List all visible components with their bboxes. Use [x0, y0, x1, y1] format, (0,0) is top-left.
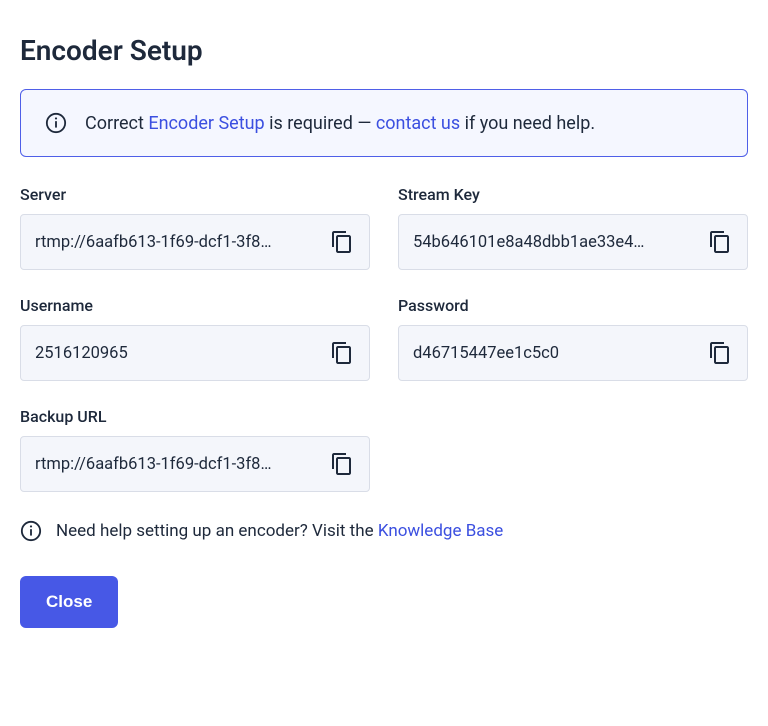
knowledge-base-link[interactable]: Knowledge Base — [378, 521, 503, 541]
server-value: rtmp://6aafb613-1f69-dcf1-3f8… — [35, 233, 319, 252]
close-button[interactable]: Close — [20, 576, 118, 628]
stream-key-label: Stream Key — [398, 185, 748, 204]
help-row: Need help setting up an encoder? Visit t… — [20, 520, 748, 542]
info-icon — [20, 520, 42, 542]
username-label: Username — [20, 296, 370, 315]
username-field: Username 2516120965 — [20, 296, 370, 381]
copy-password-button[interactable] — [707, 340, 733, 366]
server-field: Server rtmp://6aafb613-1f69-dcf1-3f8… — [20, 185, 370, 270]
username-box: 2516120965 — [20, 325, 370, 381]
copy-username-button[interactable] — [329, 340, 355, 366]
page-title: Encoder Setup — [20, 34, 748, 67]
help-text: Need help setting up an encoder? Visit t… — [56, 521, 503, 541]
stream-key-field: Stream Key 54b646101e8a48dbb1ae33e4… — [398, 185, 748, 270]
alert-text-pre: Correct — [85, 113, 148, 134]
copy-stream-key-button[interactable] — [707, 229, 733, 255]
backup-url-value: rtmp://6aafb613-1f69-dcf1-3f8… — [35, 455, 319, 474]
alert-text: Correct Encoder Setup is required — cont… — [85, 113, 595, 134]
server-label: Server — [20, 185, 370, 204]
password-box: d46715447ee1c5c0 — [398, 325, 748, 381]
stream-key-box: 54b646101e8a48dbb1ae33e4… — [398, 214, 748, 270]
setup-alert: Correct Encoder Setup is required — cont… — [20, 89, 748, 157]
help-text-pre: Need help setting up an encoder? Visit t… — [56, 521, 378, 541]
encoder-setup-link[interactable]: Encoder Setup — [148, 113, 264, 134]
backup-url-label: Backup URL — [20, 407, 370, 426]
server-box: rtmp://6aafb613-1f69-dcf1-3f8… — [20, 214, 370, 270]
alert-text-mid: is required — — [265, 113, 376, 134]
copy-backup-url-button[interactable] — [329, 451, 355, 477]
info-icon — [45, 112, 67, 134]
password-field: Password d46715447ee1c5c0 — [398, 296, 748, 381]
copy-server-button[interactable] — [329, 229, 355, 255]
username-value: 2516120965 — [35, 344, 319, 363]
stream-key-value: 54b646101e8a48dbb1ae33e4… — [413, 233, 697, 252]
backup-url-box: rtmp://6aafb613-1f69-dcf1-3f8… — [20, 436, 370, 492]
password-label: Password — [398, 296, 748, 315]
backup-url-field: Backup URL rtmp://6aafb613-1f69-dcf1-3f8… — [20, 407, 370, 492]
contact-us-link[interactable]: contact us — [376, 113, 460, 134]
password-value: d46715447ee1c5c0 — [413, 344, 697, 363]
alert-text-post: if you need help. — [460, 113, 595, 134]
